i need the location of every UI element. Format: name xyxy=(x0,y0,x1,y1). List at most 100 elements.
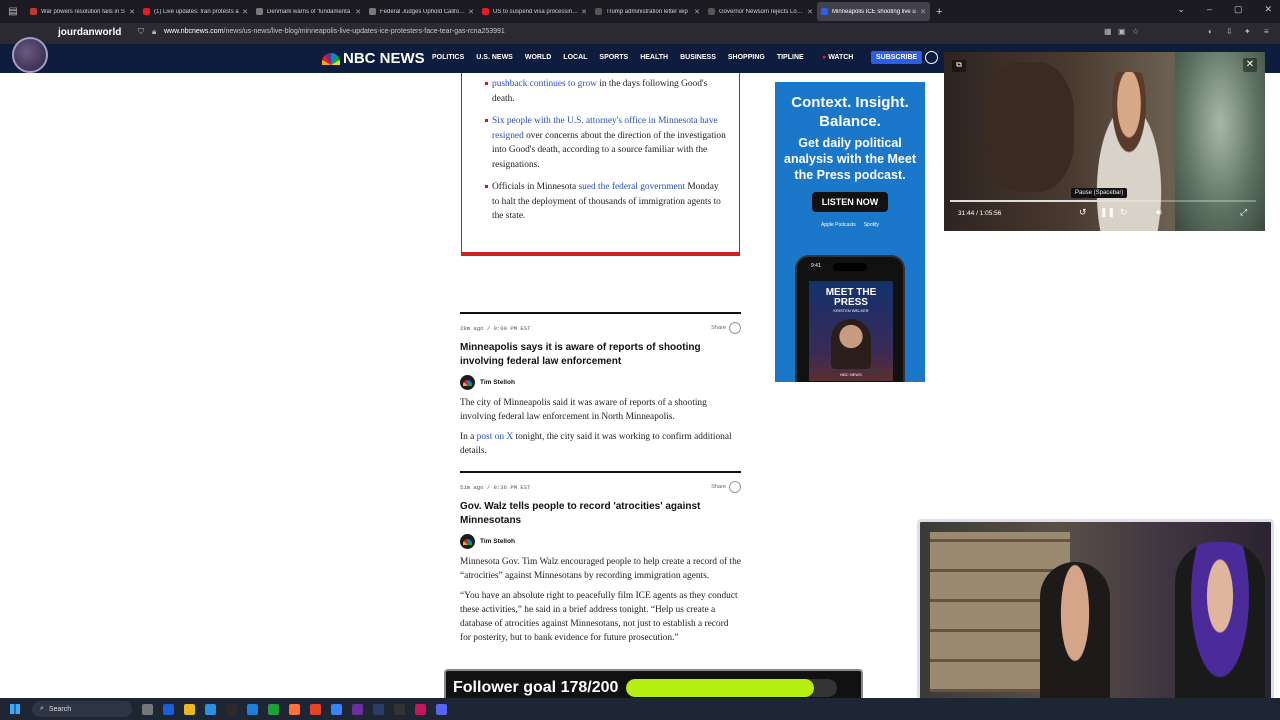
account-icon[interactable] xyxy=(925,51,938,64)
browser-tab[interactable]: Governor Newsom rejects Louis ✕ xyxy=(704,2,817,21)
summary-link-1[interactable]: pushback continues to grow xyxy=(492,79,597,89)
main-menu: POLITICS U.S. NEWS WORLD LOCAL SPORTS HEALTH B… xyxy=(432,54,804,61)
close-tab-icon[interactable]: ✕ xyxy=(694,8,700,16)
close-pip-icon[interactable]: ✕ xyxy=(1243,58,1257,72)
xbox-icon[interactable] xyxy=(268,703,279,715)
list-all-tabs-icon[interactable]: ⌄ xyxy=(1177,4,1185,15)
windows-start-icon[interactable] xyxy=(10,704,20,714)
task-view-icon[interactable] xyxy=(142,703,153,715)
pause-icon[interactable]: ❚❚ xyxy=(1100,207,1115,218)
author-name[interactable]: Tim Stelloh xyxy=(480,379,515,386)
nav-item[interactable]: SPORTS xyxy=(599,54,628,61)
watch-link[interactable]: ● WATCH xyxy=(822,54,853,61)
pip-video-player[interactable]: ⧉ ✕ xyxy=(944,52,1265,231)
steam-icon[interactable] xyxy=(247,703,258,715)
browser-tab[interactable]: Denmark warns of 'fundamenta ✕ xyxy=(252,2,365,21)
volume-icon[interactable]: 🔊︎ xyxy=(1156,207,1162,218)
forward-icon[interactable]: ↻ xyxy=(1120,207,1128,218)
app-icon[interactable] xyxy=(373,703,384,715)
author-name[interactable]: Tim Stelloh xyxy=(480,538,515,545)
summary-box: pushback continues to grow in the days f… xyxy=(461,73,740,256)
tab-title: US to suspend visa processing f xyxy=(493,8,579,15)
browser-tab[interactable]: Trump administration letter wip ✕ xyxy=(591,2,704,21)
nav-item[interactable]: BUSINESS xyxy=(680,54,716,61)
follower-goal-fill xyxy=(626,678,815,697)
pip-icon[interactable]: ▣ xyxy=(1118,27,1126,36)
downloads-icon[interactable]: ⇩ xyxy=(1226,27,1233,36)
nbc-logo[interactable]: NBC NEWS xyxy=(322,50,425,67)
taskbar-search[interactable]: ⌕ Search xyxy=(32,701,132,717)
post-on-x-link[interactable]: post on X xyxy=(477,432,513,442)
close-tab-icon[interactable]: ✕ xyxy=(468,8,474,16)
rewind-icon[interactable]: ↺ xyxy=(1079,207,1087,218)
fullscreen-icon[interactable]: ⤢ xyxy=(1240,207,1247,218)
nav-item[interactable]: LOCAL xyxy=(563,54,587,61)
discord-icon[interactable] xyxy=(436,703,447,715)
share-button[interactable]: Share xyxy=(711,322,741,334)
browser-tab[interactable]: Federal Judges Uphold Californi ✕ xyxy=(365,2,478,21)
search-label: Search xyxy=(48,705,72,713)
browser-tab[interactable]: Minneapolis ICE shooting live u ✕ xyxy=(817,2,930,21)
shield-icon[interactable]: ⛉ xyxy=(138,27,144,37)
maximize-icon[interactable]: ▢ xyxy=(1234,4,1243,15)
share-button[interactable]: Share xyxy=(711,481,741,493)
nav-item[interactable]: U.S. NEWS xyxy=(476,54,513,61)
browser-tab[interactable]: War powers resolution fails in S ✕ xyxy=(26,2,139,21)
video-progress-bar[interactable] xyxy=(950,200,1256,202)
terminal-icon[interactable] xyxy=(226,703,237,715)
app-icon[interactable] xyxy=(394,703,405,715)
peacock-icon xyxy=(322,52,340,65)
window-controls: ⌄ – ▢ ✕ xyxy=(1177,4,1272,15)
new-tab-icon[interactable]: + xyxy=(936,6,942,18)
brave-icon[interactable] xyxy=(310,703,321,715)
close-tab-icon[interactable]: ✕ xyxy=(581,8,587,16)
app-icon[interactable] xyxy=(352,703,363,715)
lock-icon[interactable]: 🔒︎ xyxy=(152,27,156,37)
subscribe-button[interactable]: SUBSCRIBE xyxy=(871,51,923,64)
nav-item[interactable]: WORLD xyxy=(525,54,551,61)
bookmark-star-icon[interactable]: ☆ xyxy=(1132,27,1139,36)
browser-tab[interactable]: US to suspend visa processing f ✕ xyxy=(478,2,591,21)
post-paragraph: Minnesota Gov. Tim Walz encouraged peopl… xyxy=(460,557,741,581)
reader-view-icon[interactable]: ▦ xyxy=(1104,27,1112,36)
close-window-icon[interactable]: ✕ xyxy=(1264,4,1272,15)
close-tab-icon[interactable]: ✕ xyxy=(920,8,926,16)
edge-icon[interactable] xyxy=(163,703,174,715)
close-tab-icon[interactable]: ✕ xyxy=(129,8,135,16)
extensions-puzzle-icon[interactable]: ✦ xyxy=(1244,27,1251,36)
close-tab-icon[interactable]: ✕ xyxy=(355,8,361,16)
tab-title: Minneapolis ICE shooting live u xyxy=(832,8,916,15)
back-to-tab-icon[interactable]: ⧉ xyxy=(952,60,966,72)
tab-title: War powers resolution fails in S xyxy=(41,8,125,15)
nav-item[interactable]: HEALTH xyxy=(640,54,668,61)
close-tab-icon[interactable]: ✕ xyxy=(242,8,248,16)
close-tab-icon[interactable]: ✕ xyxy=(807,8,813,16)
live-post: 51m ago / 8:36 PM EST Share Gov. Walz tel… xyxy=(460,471,741,645)
post-headline[interactable]: Gov. Walz tells people to record 'atroci… xyxy=(460,500,741,528)
tab-favicon-icon xyxy=(256,8,263,15)
browser-tab[interactable]: (1) Live updates: Iran protests a ✕ xyxy=(139,2,252,21)
file-explorer-icon[interactable] xyxy=(184,703,195,715)
ad-stores: Apple Podcasts Spotify xyxy=(775,222,925,228)
listen-now-button[interactable]: LISTEN NOW xyxy=(811,192,889,212)
app-icon[interactable] xyxy=(415,703,426,715)
nav-item[interactable]: TIPLINE xyxy=(777,54,804,61)
store-icon[interactable] xyxy=(205,703,216,715)
post-divider xyxy=(460,312,741,314)
url-domain: www.nbcnews.com xyxy=(164,28,224,35)
tab-title: Governor Newsom rejects Louis xyxy=(719,8,805,15)
follower-goal-label: Follower goal 178/200 xyxy=(453,678,619,696)
minimize-icon[interactable]: – xyxy=(1207,4,1212,15)
nav-item[interactable]: POLITICS xyxy=(432,54,464,61)
nav-item[interactable]: SHOPPING xyxy=(728,54,765,61)
firefox-icon[interactable] xyxy=(289,703,300,715)
app-icon[interactable] xyxy=(331,703,342,715)
tab-overview-icon[interactable]: ▤ xyxy=(0,0,26,23)
menu-icon[interactable]: ≡ xyxy=(1264,27,1269,36)
author-avatar xyxy=(460,534,475,549)
extension-icon[interactable]: ◐ xyxy=(1208,27,1213,36)
url-field[interactable]: www.nbcnews.com/news/us-news/live-blog/m… xyxy=(164,28,505,35)
summary-link-3[interactable]: sued the federal government xyxy=(579,182,685,192)
post-headline[interactable]: Minneapolis says it is aware of reports … xyxy=(460,341,741,369)
podcast-ad[interactable]: Context. Insight. Balance. Get daily pol… xyxy=(775,82,925,382)
